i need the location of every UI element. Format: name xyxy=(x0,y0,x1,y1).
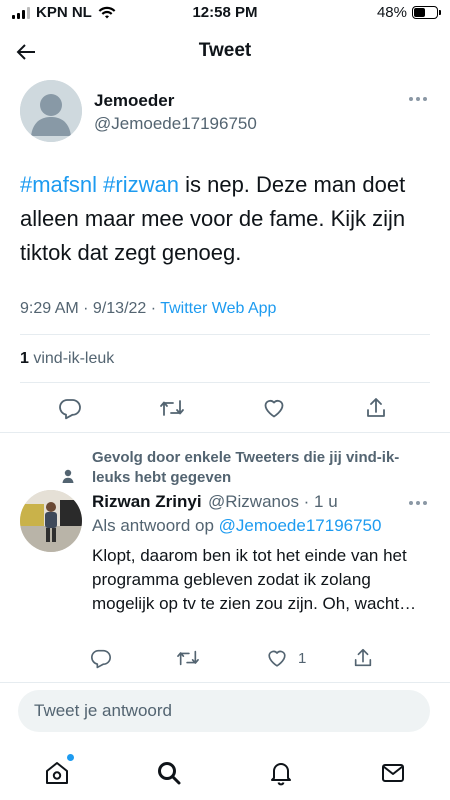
reply-button[interactable] xyxy=(56,394,84,422)
retweet-button[interactable] xyxy=(158,394,186,422)
tweet-metadata: 9:29 AM · 9/13/22 · Twitter Web App xyxy=(20,300,276,318)
reply-like-count: 1 xyxy=(298,649,307,667)
page-title: Tweet xyxy=(198,40,252,61)
author-avatar[interactable] xyxy=(20,80,82,142)
reply-reply-button[interactable] xyxy=(90,644,112,672)
battery-info: 48% xyxy=(376,4,441,21)
more-options-button[interactable] xyxy=(406,92,430,106)
home-icon xyxy=(46,762,68,784)
divider xyxy=(0,432,450,433)
divider xyxy=(0,682,450,683)
reply-author-name[interactable]: Rizwan Zrinyi xyxy=(92,492,202,512)
person-icon xyxy=(62,469,74,483)
status-bar: KPN NL 12:58 PM 48% xyxy=(0,0,450,26)
share-icon xyxy=(367,398,385,417)
nav-header: Tweet xyxy=(0,30,450,74)
tweet-timestamp: 9:29 AM · 9/13/22 · xyxy=(20,300,161,317)
retweet-icon xyxy=(160,400,184,416)
more-dot xyxy=(409,97,413,101)
social-context-text: Gevolg door enkele Tweeters die jij vind… xyxy=(92,449,400,486)
mail-icon xyxy=(382,764,404,782)
replying-to: Als antwoord op @Jemoede17196750 xyxy=(92,516,381,536)
heart-icon xyxy=(268,650,286,667)
reply-text: Klopt, daarom ben ik tot het einde van h… xyxy=(92,546,417,613)
likes-count[interactable]: 1 vind-ik-leuk xyxy=(20,350,114,368)
bell-icon xyxy=(271,763,291,786)
share-button[interactable] xyxy=(362,394,390,422)
tweet-text: #mafsnl #rizwan is nep. Deze man doet al… xyxy=(20,168,430,270)
divider xyxy=(20,382,430,383)
search-icon xyxy=(158,762,181,785)
reply-like-button[interactable]: 1 xyxy=(266,644,306,672)
social-context: Gevolg door enkele Tweeters die jij vind… xyxy=(60,448,400,488)
more-dot xyxy=(423,501,427,505)
divider xyxy=(20,334,430,335)
reply-retweet-button[interactable] xyxy=(176,644,200,672)
hashtag-link[interactable]: #rizwan xyxy=(103,172,179,197)
tab-search[interactable] xyxy=(154,758,184,788)
home-notification-dot xyxy=(67,754,74,761)
reply-input[interactable] xyxy=(34,690,414,732)
more-dot xyxy=(423,97,427,101)
like-count-number: 1 xyxy=(20,350,29,367)
like-button[interactable] xyxy=(260,394,288,422)
reply-compose-box[interactable] xyxy=(18,690,430,732)
reply-author-handle[interactable]: @Rizwanos · 1 u xyxy=(208,492,338,512)
bottom-tab-bar xyxy=(0,750,450,800)
battery-percentage: 48% xyxy=(376,4,407,21)
heart-icon xyxy=(264,399,284,418)
share-icon xyxy=(354,648,372,667)
reply-more-options-button[interactable] xyxy=(406,496,430,510)
reply-author-avatar[interactable] xyxy=(20,490,82,552)
tweet-source-link[interactable]: Twitter Web App xyxy=(160,300,276,317)
more-dot xyxy=(416,501,420,505)
comment-icon xyxy=(59,399,81,420)
retweet-icon xyxy=(177,650,199,666)
author-handle[interactable]: @Jemoede17196750 xyxy=(94,114,257,134)
like-count-label: vind-ik-leuk xyxy=(28,350,115,367)
hashtag-link[interactable]: #mafsnl xyxy=(20,172,97,197)
tab-messages[interactable] xyxy=(378,758,408,788)
more-dot xyxy=(409,501,413,505)
battery-icon xyxy=(412,6,441,19)
replying-to-label: Als antwoord op xyxy=(92,516,219,535)
default-avatar-icon xyxy=(20,80,82,142)
tweet-actions xyxy=(0,388,450,428)
tab-home[interactable] xyxy=(42,754,74,788)
reply-actions: 1 xyxy=(0,644,450,672)
comment-icon xyxy=(91,649,111,669)
mention-link[interactable]: @Jemoede17196750 xyxy=(219,516,382,535)
profile-photo xyxy=(20,490,82,552)
reply-share-button[interactable] xyxy=(352,644,374,672)
tab-notifications[interactable] xyxy=(266,758,296,788)
more-dot xyxy=(416,97,420,101)
author-name[interactable]: Jemoeder xyxy=(94,91,174,111)
